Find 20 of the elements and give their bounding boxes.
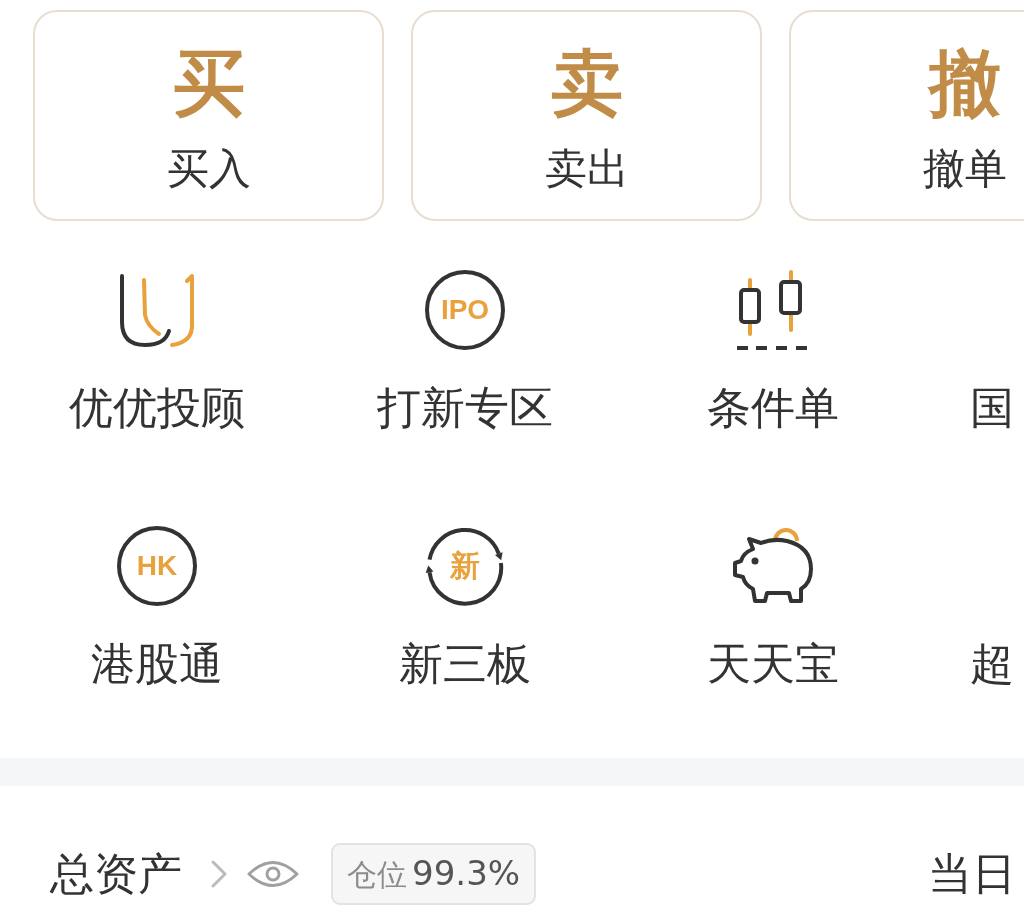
ring-badge: HK: [117, 526, 197, 606]
piggy-bank-icon: [731, 527, 815, 605]
shortcut-item[interactable]: IPO 打新专区: [377, 270, 553, 433]
shortcut-item[interactable]: HK 港股通: [91, 526, 223, 689]
total-assets-link[interactable]: 总资产: [50, 849, 228, 899]
trade-action-button[interactable]: 卖 卖出: [411, 10, 762, 221]
eye-icon[interactable]: [247, 859, 299, 889]
chevron-icon: [210, 859, 228, 889]
shortcut-item[interactable]: 条件单: [707, 270, 839, 433]
cycle-arrows-badge: 新: [424, 526, 506, 606]
position-badge: 仓位 99.3%: [331, 843, 537, 905]
trade-action-button[interactable]: 买 买入: [33, 10, 384, 221]
shortcut-item[interactable]: 超: [970, 639, 1014, 689]
shortcut-item[interactable]: 新 新三板: [399, 526, 531, 689]
daily-label: 当日: [928, 849, 1017, 899]
shortcut-item[interactable]: 天天宝: [707, 526, 839, 689]
shortcut-item[interactable]: 优优投顾: [69, 270, 245, 433]
trade-action-button[interactable]: 撤 撤单: [789, 10, 1024, 221]
ring-badge: IPO: [425, 270, 505, 350]
shortcut-item[interactable]: 国: [970, 383, 1014, 433]
